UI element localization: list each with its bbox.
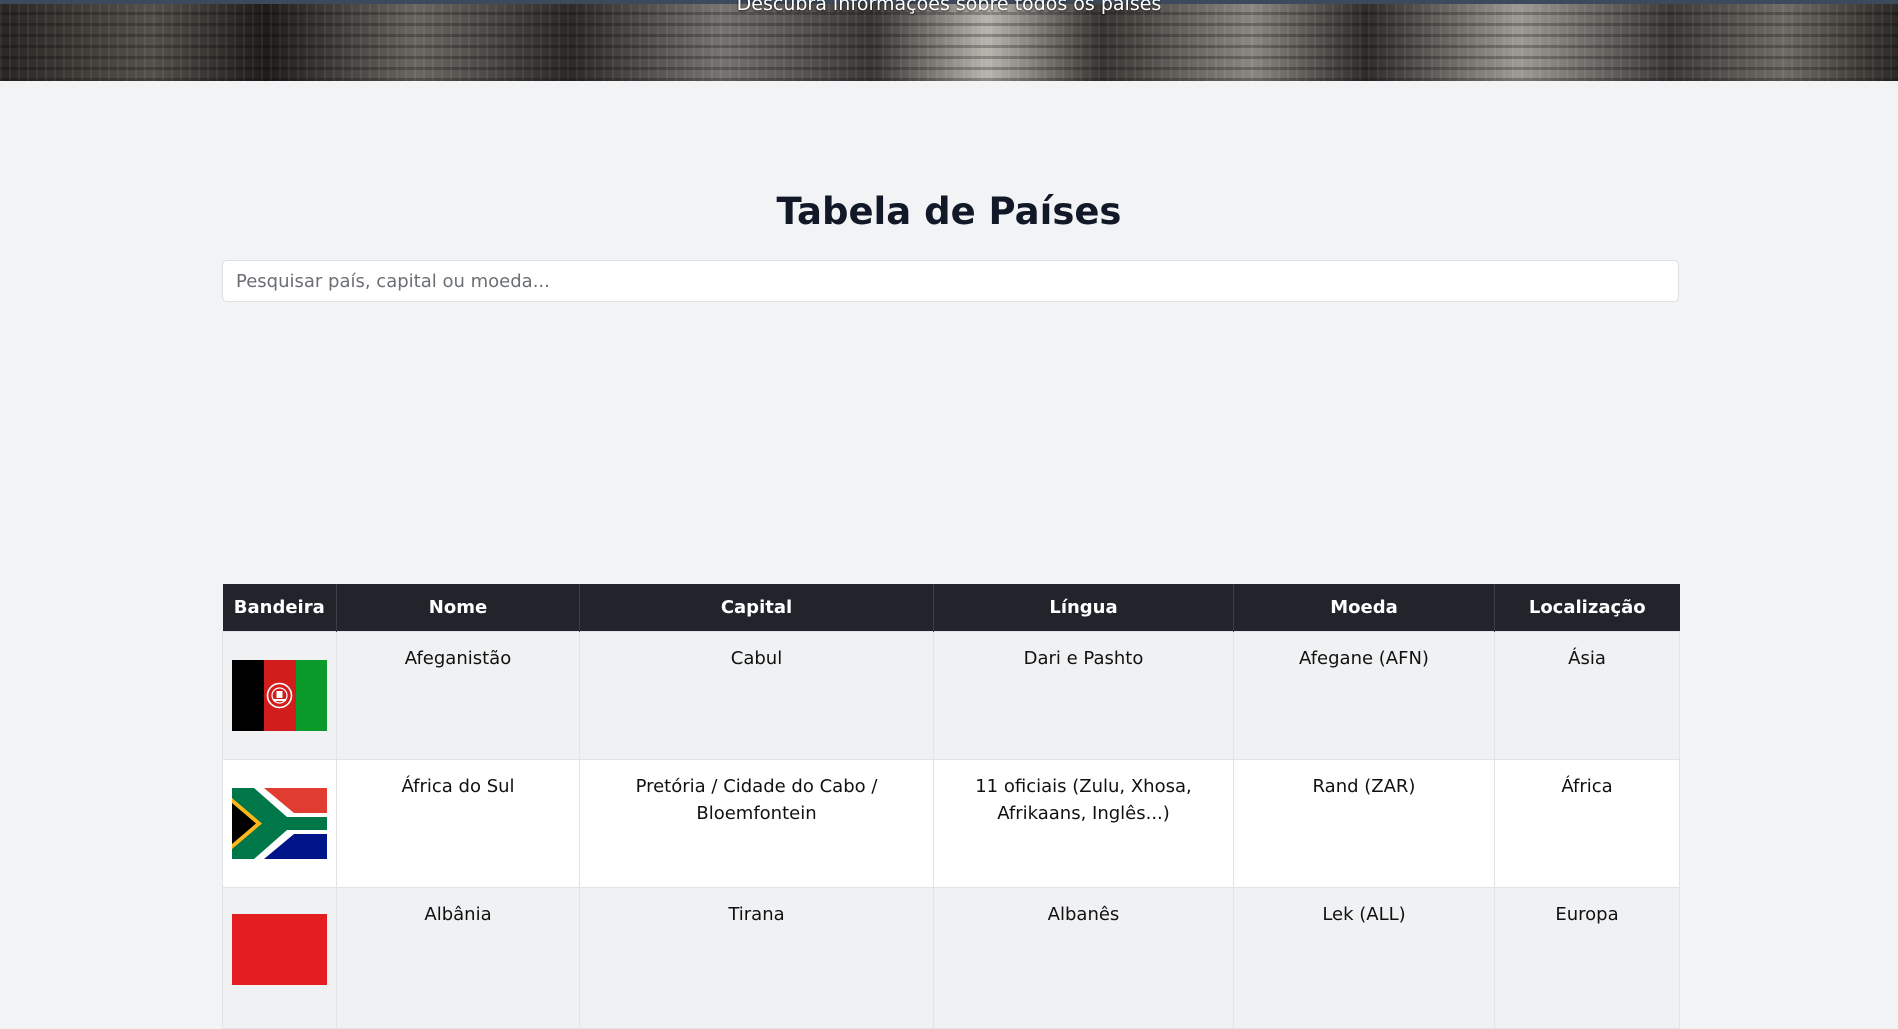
table-row[interactable]: África do Sul Pretória / Cidade do Cabo … xyxy=(222,759,1680,888)
country-location: Europa xyxy=(1494,887,1680,1029)
hero-banner: Descubra informações sobre todos os país… xyxy=(0,0,1898,81)
country-capital: Cabul xyxy=(579,631,934,760)
afghanistan-flag-icon xyxy=(232,660,327,731)
flag-cell xyxy=(222,631,337,760)
country-location: África xyxy=(1494,759,1680,888)
country-name: África do Sul xyxy=(336,759,580,888)
country-capital: Pretória / Cidade do Cabo / Bloemfontein xyxy=(579,759,934,888)
country-language: Dari e Pashto xyxy=(933,631,1234,760)
albania-flag-icon xyxy=(232,914,327,985)
table-row[interactable]: Afeganistão Cabul Dari e Pashto Afegane … xyxy=(222,631,1680,760)
countries-table: Bandeira Nome Capital Língua Moeda Local… xyxy=(222,584,1680,1029)
country-name: Afeganistão xyxy=(336,631,580,760)
hero-subtitle: Descubra informações sobre todos os país… xyxy=(736,0,1162,15)
country-location: Ásia xyxy=(1494,631,1680,760)
column-header-currency[interactable]: Moeda xyxy=(1233,584,1495,632)
column-header-location[interactable]: Localização xyxy=(1494,584,1680,632)
country-language: Albanês xyxy=(933,887,1234,1029)
flag-cell xyxy=(222,887,337,1029)
flag-cell xyxy=(222,759,337,888)
country-currency: Afegane (AFN) xyxy=(1233,631,1495,760)
column-header-capital[interactable]: Capital xyxy=(579,584,934,632)
table-header-row: Bandeira Nome Capital Língua Moeda Local… xyxy=(222,584,1680,632)
table-row[interactable]: Albânia Tirana Albanês Lek (ALL) Europa xyxy=(222,887,1680,1029)
country-name: Albânia xyxy=(336,887,580,1029)
page-title: Tabela de Países xyxy=(776,190,1122,233)
country-capital: Tirana xyxy=(579,887,934,1029)
country-currency: Lek (ALL) xyxy=(1233,887,1495,1029)
south-africa-flag-icon xyxy=(232,788,327,859)
column-header-language[interactable]: Língua xyxy=(933,584,1234,632)
column-header-name[interactable]: Nome xyxy=(336,584,580,632)
country-currency: Rand (ZAR) xyxy=(1233,759,1495,888)
column-header-flag[interactable]: Bandeira xyxy=(222,584,337,632)
country-language: 11 oficiais (Zulu, Xhosa, Afrikaans, Ing… xyxy=(933,759,1234,888)
search-input[interactable] xyxy=(222,260,1679,302)
